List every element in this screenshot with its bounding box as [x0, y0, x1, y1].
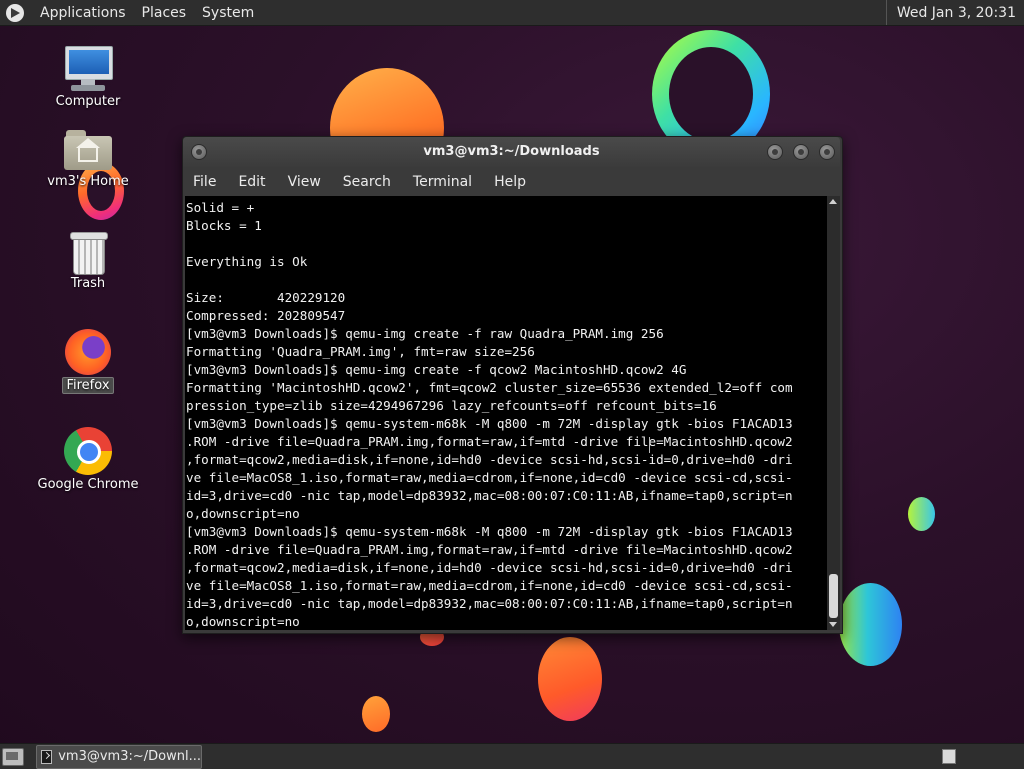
menu-edit[interactable]: Edit [227, 174, 276, 190]
terminal-line: ,format=qcow2,media=disk,if=none,id=hd0 … [186, 560, 793, 575]
terminal-line: Everything is Ok [186, 254, 308, 269]
scroll-down-icon[interactable] [829, 622, 837, 627]
desktop-icon-label: Computer [55, 94, 121, 109]
terminal-line: Size: 420229120 [186, 290, 346, 305]
terminal-line: o,downscript=no [186, 614, 300, 629]
menu-applications[interactable]: Applications [32, 5, 134, 21]
menu-terminal[interactable]: Terminal [402, 174, 483, 190]
terminal-line: .ROM -drive file=Quadra_PRAM.img,format=… [186, 434, 793, 449]
scroll-up-icon[interactable] [829, 199, 837, 204]
menu-view[interactable]: View [277, 174, 332, 190]
bottom-panel: vm3@vm3:~/Downl... [0, 743, 1024, 769]
chrome-icon [64, 427, 112, 475]
taskbar-item-label: vm3@vm3:~/Downl... [58, 749, 201, 764]
distro-logo-icon[interactable] [6, 3, 24, 22]
terminal-window: vm3@vm3:~/Downloads File Edit View Searc… [182, 136, 843, 634]
menu-help[interactable]: Help [483, 174, 537, 190]
terminal-line: ve file=MacOS8_1.iso,format=raw,media=cd… [186, 578, 793, 593]
terminal-line: Blocks = 1 [186, 218, 262, 233]
desktop-icon-trash[interactable]: Trash [33, 230, 143, 291]
terminal-line: Solid = + [186, 200, 255, 215]
desktop-icon-label: Firefox [62, 377, 114, 394]
terminal-scrollbar[interactable] [827, 196, 840, 630]
terminal-line: [vm3@vm3 Downloads]$ qemu-img create -f … [186, 362, 687, 377]
terminal-menubar: File Edit View Search Terminal Help [183, 167, 840, 196]
desktop-icon-label: Google Chrome [37, 477, 139, 492]
taskbar-item-terminal[interactable]: vm3@vm3:~/Downl... [36, 744, 202, 769]
terminal-line: [vm3@vm3 Downloads]$ qemu-system-m68k -M… [186, 524, 793, 539]
desktop-icon-chrome[interactable]: Google Chrome [33, 427, 143, 492]
terminal-line: Formatting 'MacintoshHD.qcow2', fmt=qcow… [186, 380, 793, 395]
window-title: vm3@vm3:~/Downloads [423, 144, 600, 159]
computer-icon [63, 46, 113, 92]
terminal-line: id=3,drive=cd0 -nic tap,model=dp83932,ma… [186, 596, 793, 611]
close-icon[interactable] [819, 144, 835, 160]
trash-icon [70, 230, 108, 275]
terminal-output[interactable]: Solid = + Blocks = 1 Everything is Ok Size:… [185, 196, 827, 630]
menu-search[interactable]: Search [332, 174, 402, 190]
terminal-line: ,format=qcow2,media=disk,if=none,id=hd0 … [186, 452, 793, 467]
terminal-titlebar[interactable]: vm3@vm3:~/Downloads [183, 137, 840, 167]
terminal-line: [vm3@vm3 Downloads]$ qemu-system-m68k -M… [186, 416, 793, 431]
desktop-icon-label: Trash [70, 276, 106, 291]
terminal-line: Formatting 'Quadra_PRAM.img', fmt=raw si… [186, 344, 535, 359]
terminal-text: Solid = + Blocks = 1 Everything is Ok Size:… [185, 196, 827, 630]
terminal-line: pression_type=zlib size=4294967296 lazy_… [186, 398, 717, 413]
wallpaper-green-shape [908, 497, 935, 531]
wallpaper-orange-bottom-shape [538, 637, 602, 721]
clock[interactable]: Wed Jan 3, 20:31 [885, 0, 1024, 25]
maximize-icon[interactable] [793, 144, 809, 160]
wallpaper-blue-shape [839, 583, 902, 666]
desktop-icon-label: vm3's Home [47, 174, 129, 189]
terminal-line: .ROM -drive file=Quadra_PRAM.img,format=… [186, 542, 793, 557]
menu-places[interactable]: Places [134, 5, 195, 21]
menu-file[interactable]: File [183, 174, 227, 190]
terminal-line: ve file=MacOS8_1.iso,format=raw,media=cd… [186, 470, 793, 485]
wallpaper-orange-small-shape [362, 696, 390, 732]
show-desktop-icon[interactable] [2, 747, 24, 766]
desktop-icon-home[interactable]: vm3's Home [33, 130, 143, 189]
firefox-icon [65, 329, 111, 375]
terminal-line: o,downscript=no [186, 506, 300, 521]
minimize-icon[interactable] [767, 144, 783, 160]
terminal-line: id=3,drive=cd0 -nic tap,model=dp83932,ma… [186, 488, 793, 503]
terminal-line: [vm3@vm3 Downloads]$ qemu-img create -f … [186, 326, 664, 341]
top-panel: Applications Places System Wed Jan 3, 20… [0, 0, 1024, 26]
home-folder-icon [64, 130, 112, 172]
menu-system[interactable]: System [194, 5, 262, 21]
scrollbar-thumb[interactable] [829, 574, 838, 618]
terminal-line: Compressed: 202809547 [186, 308, 346, 323]
desktop-icon-firefox[interactable]: Firefox [33, 329, 143, 394]
workspace-switcher[interactable] [942, 749, 956, 764]
terminal-icon [41, 749, 53, 764]
text-cursor-icon [649, 437, 652, 453]
desktop-icon-computer[interactable]: Computer [33, 46, 143, 109]
